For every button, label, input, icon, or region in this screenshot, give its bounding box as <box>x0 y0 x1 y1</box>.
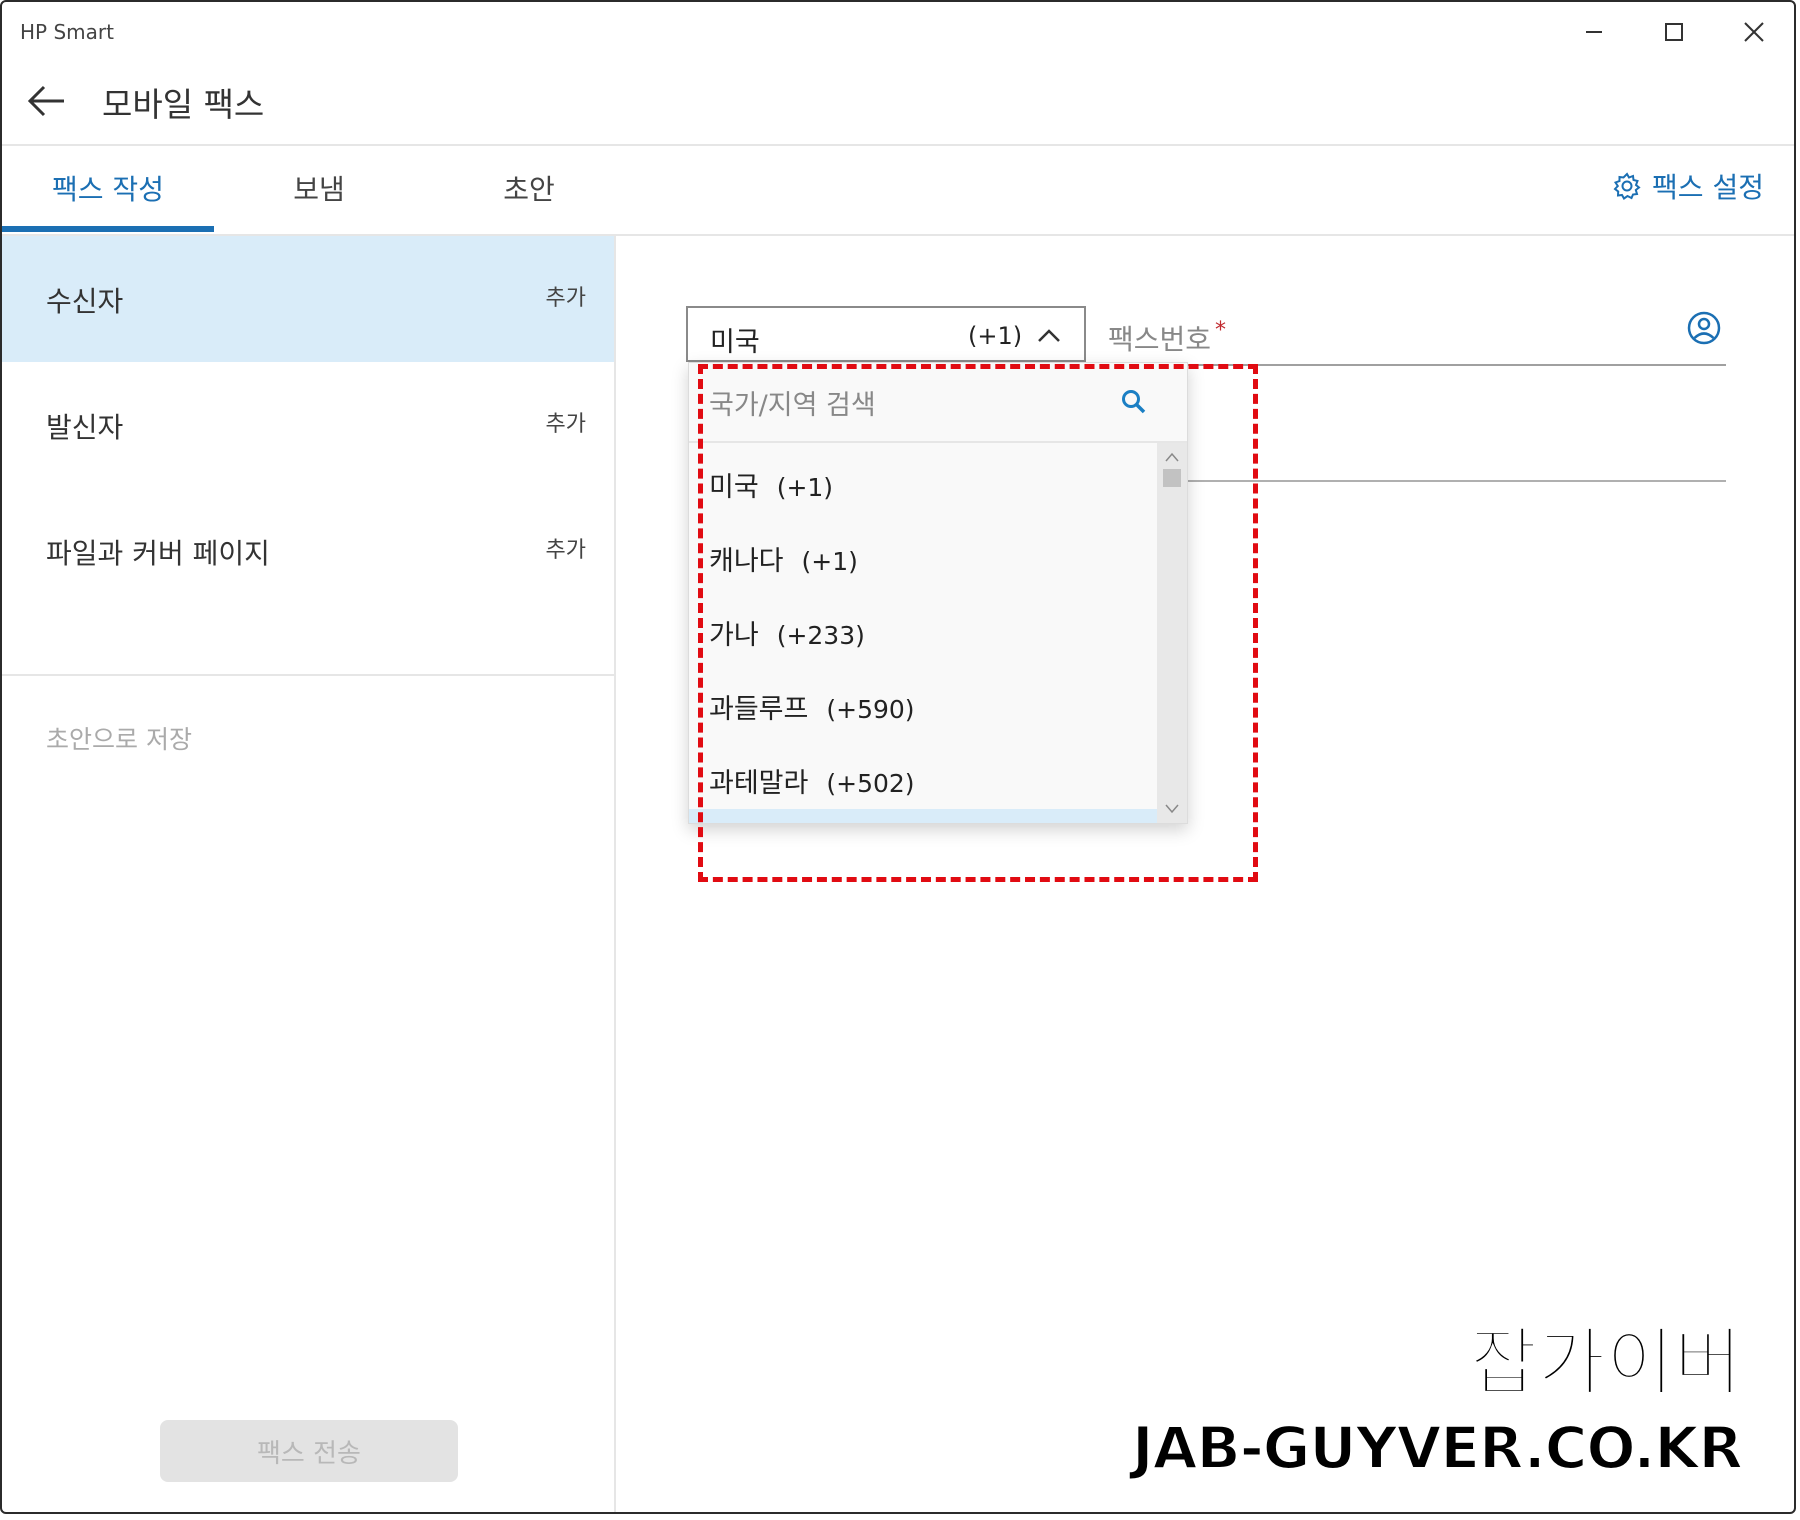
watermark-korean: 잡가이버 <box>1469 1319 1743 1407</box>
search-icon[interactable] <box>1119 387 1149 417</box>
country-list: 미국 (+1) 캐나다 (+1) 가나 (+233) 과들루프 (+590) 과테말라(… <box>689 443 1157 823</box>
fax-settings-label: 팩스 설정 <box>1652 171 1764 204</box>
contacts-icon[interactable] <box>1686 310 1722 346</box>
fax-number-label: 팩스번호 * <box>1108 318 1227 356</box>
close-button[interactable] <box>1726 12 1782 52</box>
minimize-button[interactable] <box>1566 12 1622 52</box>
fax-settings-button[interactable]: 팩스 설정 <box>1612 166 1764 206</box>
back-button[interactable] <box>20 78 72 124</box>
input-underline <box>1106 480 1726 482</box>
country-dropdown: 국가/지역 검색 미국 (+1) 캐나다 (+1) 가나 (+233) 과들루프 (+5… <box>688 362 1188 824</box>
sidebar-item-label: 발신자 <box>46 411 124 444</box>
country-select-code: (+1) <box>968 322 1023 350</box>
add-sender-button[interactable]: 추가 <box>546 406 586 438</box>
dropdown-scrollbar[interactable] <box>1157 443 1187 823</box>
maximize-button[interactable] <box>1646 12 1702 52</box>
back-arrow-icon <box>27 85 64 117</box>
scroll-down-icon[interactable] <box>1164 803 1180 815</box>
watermark-english: JAB-GUYVER.CO.KR <box>1131 1413 1744 1483</box>
list-item[interactable]: 과테말라 (+502) <box>709 761 915 800</box>
sidebar-item-sender[interactable]: 발신자 추가 <box>2 362 614 488</box>
sidebar-item-label: 수신자 <box>46 285 124 318</box>
add-files-button[interactable]: 추가 <box>546 532 586 564</box>
list-item-highlight <box>689 809 1157 823</box>
list-item[interactable]: 가나 (+233) <box>709 613 865 652</box>
scrollbar-thumb[interactable] <box>1163 469 1181 487</box>
country-search-input[interactable]: 국가/지역 검색 <box>689 363 1187 443</box>
fax-number-input[interactable]: 팩스번호 * <box>1106 306 1726 366</box>
list-item[interactable]: 캐나다 (+1) <box>709 539 858 578</box>
list-item[interactable]: 미국 (+1) <box>709 465 833 504</box>
app-title: HP Smart <box>20 20 114 44</box>
watermark: 잡가이버 JAB-GUYVER.CO.KR <box>1131 1303 1744 1483</box>
send-fax-button[interactable]: 팩스 전송 <box>160 1420 458 1482</box>
close-icon <box>1744 22 1764 42</box>
save-draft-button[interactable]: 초안으로 저장 <box>46 720 192 756</box>
sidebar: 수신자 추가 발신자 추가 파일과 커버 페이지 추가 초안으로 저장 팩스 전… <box>2 236 616 1512</box>
active-tab-indicator <box>2 226 214 232</box>
country-select[interactable]: 미국 (+1) <box>686 306 1086 362</box>
sidebar-item-recipient[interactable]: 수신자 추가 <box>2 236 614 362</box>
page-header: 모바일 팩스 <box>2 60 1794 146</box>
sidebar-item-label: 파일과 커버 페이지 <box>46 537 270 570</box>
required-mark: * <box>1215 318 1227 343</box>
tab-drafts[interactable]: 초안 <box>424 144 634 232</box>
title-bar: HP Smart <box>2 2 1794 60</box>
maximize-icon <box>1665 23 1683 41</box>
page-title: 모바일 팩스 <box>102 85 265 124</box>
minimize-icon <box>1586 31 1602 33</box>
chevron-up-icon <box>1038 329 1060 342</box>
tab-bar: 팩스 작성 보냄 초안 팩스 설정 <box>2 144 1794 236</box>
scroll-up-icon[interactable] <box>1164 451 1180 463</box>
country-search-placeholder: 국가/지역 검색 <box>709 390 876 421</box>
add-recipient-button[interactable]: 추가 <box>546 280 586 312</box>
sidebar-divider <box>2 674 614 676</box>
tab-sent[interactable]: 보냄 <box>214 144 424 232</box>
app-window: HP Smart 모바일 팩스 팩스 작성 보냄 초안 팩스 설정 수신자 추가… <box>0 0 1796 1514</box>
tab-compose[interactable]: 팩스 작성 <box>2 144 214 232</box>
gear-icon <box>1613 172 1641 200</box>
list-item[interactable]: 과들루프 (+590) <box>709 687 915 726</box>
country-select-name: 미국 <box>710 327 760 358</box>
sidebar-item-files-cover[interactable]: 파일과 커버 페이지 추가 <box>2 488 614 614</box>
